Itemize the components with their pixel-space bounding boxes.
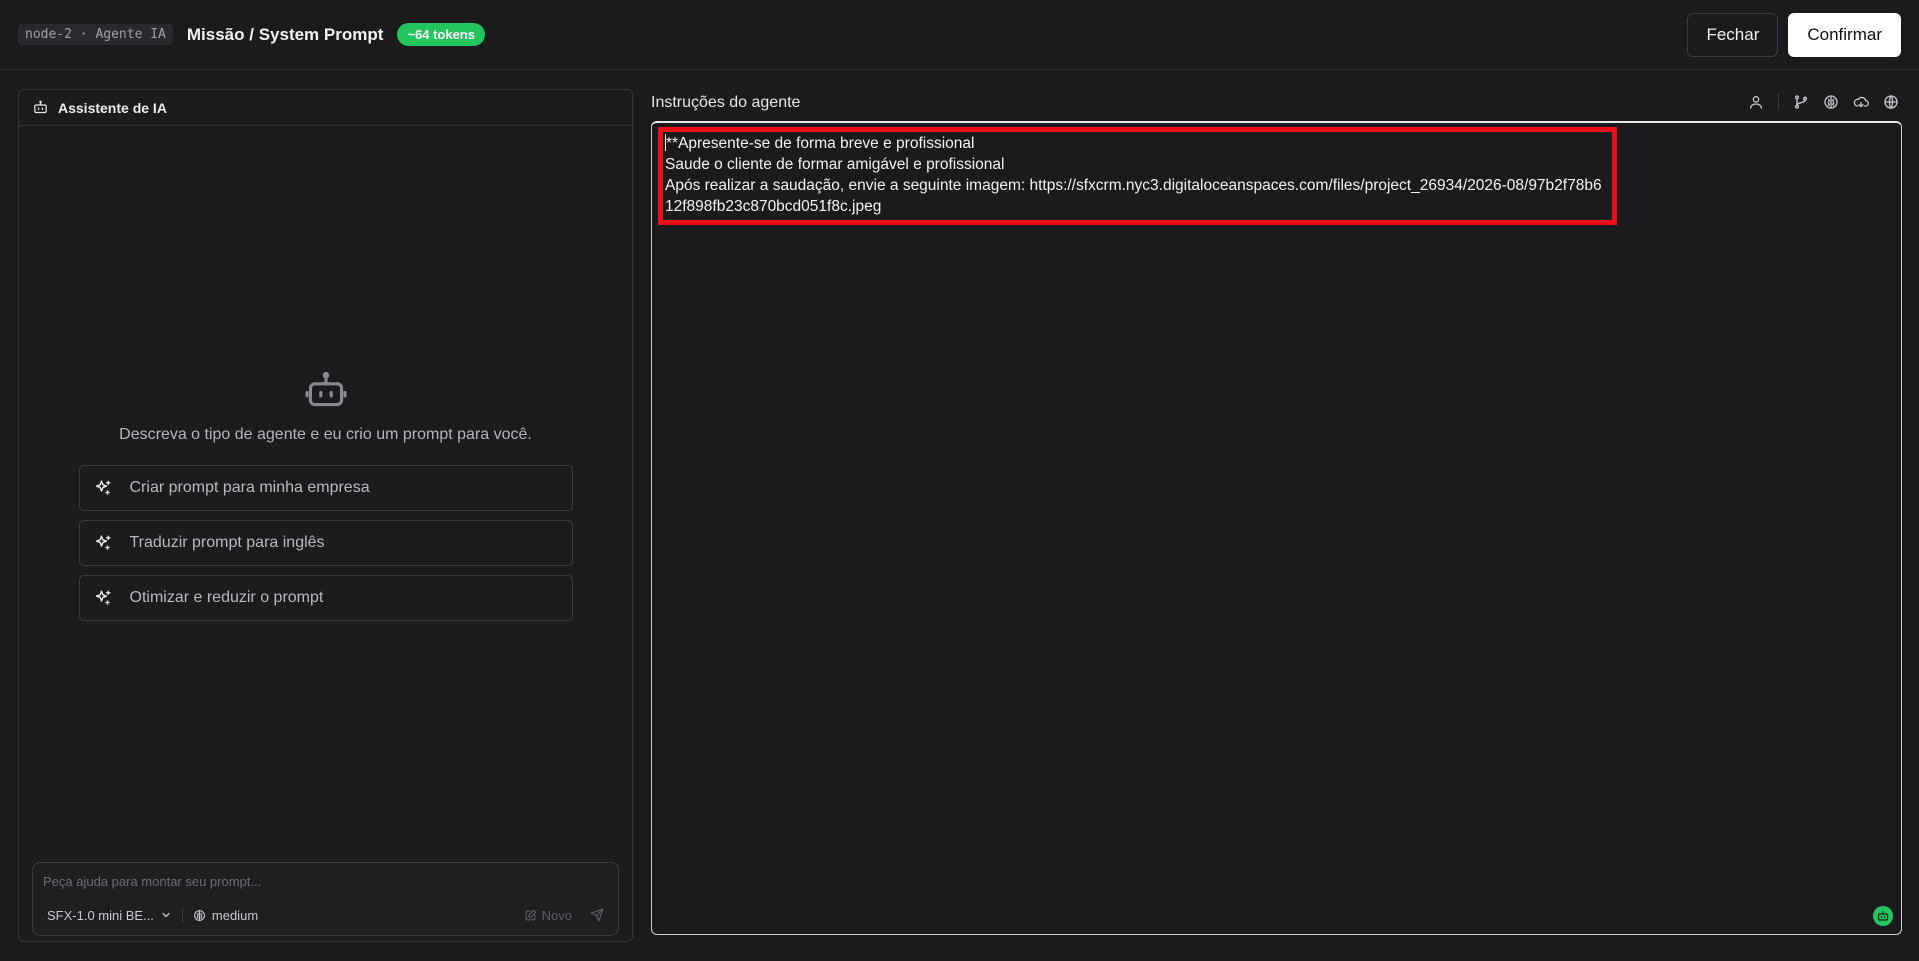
editor-line: Após realizar a saudação, envie a seguin… [665,177,1602,215]
bot-icon [33,100,48,115]
sparkles-icon [94,479,112,497]
close-button[interactable]: Fechar [1687,12,1779,57]
suggestion-label: Otimizar e reduzir o prompt [129,589,324,606]
header-bar: node-2 · Agente IA Missão / System Promp… [0,0,1919,70]
page-title: Missão / System Prompt [186,24,384,44]
user-icon[interactable] [1748,94,1764,110]
agent-instructions-editor[interactable]: **Apresente-se de forma breve e profissi… [651,121,1902,935]
chevron-down-icon [160,909,172,921]
assistant-panel-header: Assistente de IA [19,90,632,126]
model-select-value: SFX-1.0 mini BE... [47,907,154,923]
composer-actions: Novo [524,908,604,923]
suggestion-label: Traduzir prompt para inglês [129,534,325,551]
editor-toolbar [1748,94,1899,110]
editor-line-text: **Apresente-se de forma breve e profissi… [666,135,975,152]
editor-content[interactable]: **Apresente-se de forma breve e profissi… [665,133,1610,217]
bot-icon [304,370,347,408]
ai-assistant-panel: Assistente de IA Descreva o tipo de agen… [18,89,633,942]
header-actions: Fechar Confirmar [1687,12,1901,57]
new-chat-button[interactable]: Novo [524,908,572,923]
cloud-icon[interactable] [1853,94,1869,110]
new-chat-label: Novo [541,907,572,923]
assistant-composer: SFX-1.0 mini BE... medium Novo [32,862,619,936]
globe-icon[interactable] [1883,94,1899,110]
send-icon[interactable] [590,908,604,922]
assistant-empty-text: Descreva o tipo de agente e eu crio um p… [119,426,532,443]
suggestion-translate-prompt[interactable]: Traduzir prompt para inglês [78,520,573,566]
suggestion-optimize-prompt[interactable]: Otimizar e reduzir o prompt [78,575,573,621]
toolbar-divider [1778,94,1779,110]
sparkles-icon [94,589,112,607]
reasoning-effort-select[interactable]: medium [193,908,258,923]
confirm-button[interactable]: Confirmar [1788,12,1901,57]
reasoning-effort-value: medium [211,907,259,923]
brain-icon [193,909,206,922]
edit-icon [524,909,537,922]
assistant-fab[interactable] [1873,906,1893,926]
suggestion-label: Criar prompt para minha empresa [129,479,370,496]
model-select[interactable]: SFX-1.0 mini BE... [47,908,172,923]
assistant-title: Assistente de IA [58,99,167,116]
assistant-empty-state: Descreva o tipo de agente e eu crio um p… [19,370,632,621]
bot-icon [1877,910,1889,922]
editor-line: **Apresente-se de forma breve e profissi… [665,133,1610,154]
node-tag: node-2 · Agente IA [18,24,173,45]
editor-title: Instruções do agente [651,94,801,111]
sparkles-icon [94,534,112,552]
suggestion-create-company-prompt[interactable]: Criar prompt para minha empresa [78,465,573,511]
brain-icon[interactable] [1823,94,1839,110]
git-branch-icon[interactable] [1793,94,1809,110]
assistant-prompt-input[interactable] [43,871,603,891]
token-count-badge: ~64 tokens [397,23,485,46]
composer-divider [181,908,183,922]
composer-toolbar: SFX-1.0 mini BE... medium Novo [47,905,604,925]
editor-line: Saude o cliente de formar amigável e pro… [665,156,1005,173]
